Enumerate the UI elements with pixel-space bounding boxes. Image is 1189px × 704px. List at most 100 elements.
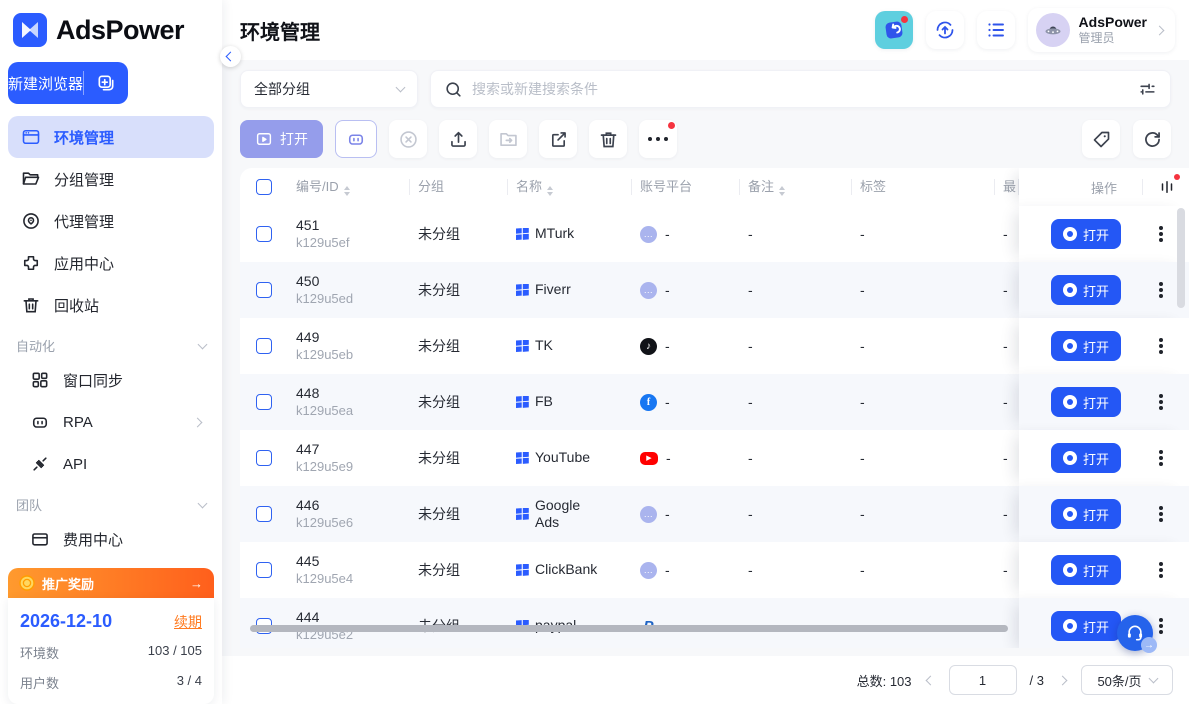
move-to-group-button[interactable] <box>489 120 527 158</box>
open-environment-button[interactable]: 打开 <box>1051 275 1121 305</box>
row-checkbox[interactable] <box>256 226 272 242</box>
table-row[interactable]: 446 k129u5e6 未分组 Google Ads ... - - - - … <box>240 486 1189 542</box>
column-header-name[interactable]: 名称 <box>508 179 632 195</box>
row-more-menu[interactable] <box>1159 400 1163 404</box>
generic-platform-icon: ... <box>640 282 657 299</box>
column-header-last-open: 最 <box>995 179 1019 195</box>
share-export-button[interactable] <box>539 120 577 158</box>
table-row[interactable]: 451 k129u5ef 未分组 MTurk ... - - - - 打开 <box>240 206 1189 262</box>
row-checkbox[interactable] <box>256 506 272 522</box>
sidebar: AdsPower 新建浏览器 环境管理 分组管理 <box>0 0 222 704</box>
open-environment-button[interactable]: 打开 <box>1051 331 1121 361</box>
delete-button[interactable] <box>589 120 627 158</box>
coin-icon <box>19 575 35 591</box>
table-row[interactable]: 447 k129u5e9 未分组 YouTube ▶ - - - - 打开 <box>240 430 1189 486</box>
row-more-menu[interactable] <box>1159 288 1163 292</box>
page-number-input[interactable]: 1 <box>949 665 1017 695</box>
open-environment-button[interactable]: 打开 <box>1051 443 1121 473</box>
table-row[interactable]: 450 k129u5ed 未分组 Fiverr ... - - - - 打开 <box>240 262 1189 318</box>
sort-icon[interactable] <box>547 186 553 196</box>
sidebar-item-proxies[interactable]: 代理管理 <box>8 200 214 242</box>
sidebar-item-recycle-bin[interactable]: 回收站 <box>8 284 214 326</box>
row-remark: - <box>740 394 852 410</box>
table-row[interactable]: 444 k129u5e2 未分组 paypal P - - - - 打开 <box>240 598 1189 648</box>
section-team[interactable]: 团队 <box>0 485 222 518</box>
row-checkbox[interactable] <box>256 562 272 578</box>
open-environment-button[interactable]: 打开 <box>1051 387 1121 417</box>
table-row[interactable]: 445 k129u5e4 未分组 ClickBank ... - - - - 打… <box>240 542 1189 598</box>
sidebar-item-rpa[interactable]: RPA <box>8 401 214 443</box>
facebook-platform-icon: f <box>640 394 657 411</box>
prev-page-button[interactable] <box>925 677 936 684</box>
row-more-menu[interactable] <box>1159 624 1163 628</box>
support-chat-button[interactable]: → <box>1117 615 1153 651</box>
close-selected-button[interactable] <box>389 120 427 158</box>
renew-link[interactable]: 续期 <box>174 612 202 632</box>
more-actions-button[interactable] <box>639 120 677 158</box>
row-remark: - <box>740 282 852 298</box>
chevron-right-icon <box>193 417 203 427</box>
vertical-scrollbar[interactable] <box>1177 208 1185 308</box>
row-number: 445 <box>296 552 410 570</box>
row-checkbox[interactable] <box>256 394 272 410</box>
row-checkbox[interactable] <box>256 338 272 354</box>
export-upload-button[interactable] <box>439 120 477 158</box>
table-row[interactable]: 449 k129u5eb 未分组 TK ♪ - - - - 打开 <box>240 318 1189 374</box>
group-filter-select[interactable]: 全部分组 <box>240 70 418 108</box>
table-row[interactable]: 448 k129u5ea 未分组 FB f - - - - 打开 <box>240 374 1189 430</box>
advanced-filter-icon[interactable] <box>1138 80 1157 99</box>
sort-icon[interactable] <box>344 186 350 196</box>
new-browser-button[interactable]: 新建浏览器 <box>8 62 128 104</box>
task-list-button[interactable] <box>977 11 1015 49</box>
robot-icon <box>30 412 50 432</box>
generic-platform-icon: ... <box>640 562 657 579</box>
row-more-menu[interactable] <box>1159 456 1163 460</box>
sidebar-item-cost-center[interactable]: 费用中心 <box>8 518 214 560</box>
promo-banner[interactable]: 推广奖励 → <box>8 568 214 598</box>
row-checkbox[interactable] <box>256 450 272 466</box>
tag-manager-button[interactable] <box>1082 120 1120 158</box>
row-more-menu[interactable] <box>1159 344 1163 348</box>
section-automation[interactable]: 自动化 <box>0 326 222 359</box>
row-more-menu[interactable] <box>1159 568 1163 572</box>
open-environment-button[interactable]: 打开 <box>1051 219 1121 249</box>
share-icon <box>548 129 569 150</box>
sidebar-collapse-button[interactable] <box>220 46 241 67</box>
open-environment-button[interactable]: 打开 <box>1051 499 1121 529</box>
user-account-menu[interactable]: AdsPower 管理员 <box>1028 8 1175 52</box>
sidebar-item-environments[interactable]: 环境管理 <box>8 116 214 158</box>
bulk-open-button[interactable]: 打开 <box>240 120 323 158</box>
row-remark: - <box>740 450 852 466</box>
next-page-button[interactable] <box>1057 677 1068 684</box>
sidebar-item-groups[interactable]: 分组管理 <box>8 158 214 200</box>
platform-account: - <box>665 338 670 354</box>
column-settings-icon[interactable] <box>1158 178 1176 196</box>
column-header-id[interactable]: 编号/ID <box>288 179 410 195</box>
row-more-menu[interactable] <box>1159 512 1163 516</box>
row-number: 444 <box>296 608 410 626</box>
sort-icon[interactable] <box>779 186 785 196</box>
sidebar-item-window-sync[interactable]: 窗口同步 <box>8 359 214 401</box>
search-input[interactable] <box>472 81 1129 97</box>
row-tag: - <box>852 338 995 354</box>
row-id: k129u5ea <box>296 403 410 420</box>
rpa-robot-button[interactable] <box>335 120 377 158</box>
plug-api-icon <box>30 454 50 474</box>
youtube-platform-icon: ▶ <box>640 452 658 465</box>
restore-session-button[interactable] <box>875 11 913 49</box>
sidebar-item-api[interactable]: API <box>8 443 214 485</box>
open-environment-button[interactable]: 打开 <box>1051 555 1121 585</box>
page-size-select[interactable]: 50条/页 <box>1081 665 1173 695</box>
sidebar-item-app-center[interactable]: 应用中心 <box>8 242 214 284</box>
row-more-menu[interactable] <box>1159 232 1163 236</box>
batch-create-icon[interactable] <box>84 73 128 93</box>
sidebar-item-label: 环境管理 <box>54 127 114 148</box>
select-all-checkbox[interactable] <box>256 179 272 195</box>
refresh-button[interactable] <box>1133 120 1171 158</box>
column-header-remark[interactable]: 备注 <box>740 179 852 195</box>
environment-name: YouTube <box>535 449 590 467</box>
row-checkbox[interactable] <box>256 282 272 298</box>
update-sync-button[interactable] <box>926 11 964 49</box>
horizontal-scrollbar[interactable] <box>250 625 1008 632</box>
open-environment-button[interactable]: 打开 <box>1051 611 1121 641</box>
